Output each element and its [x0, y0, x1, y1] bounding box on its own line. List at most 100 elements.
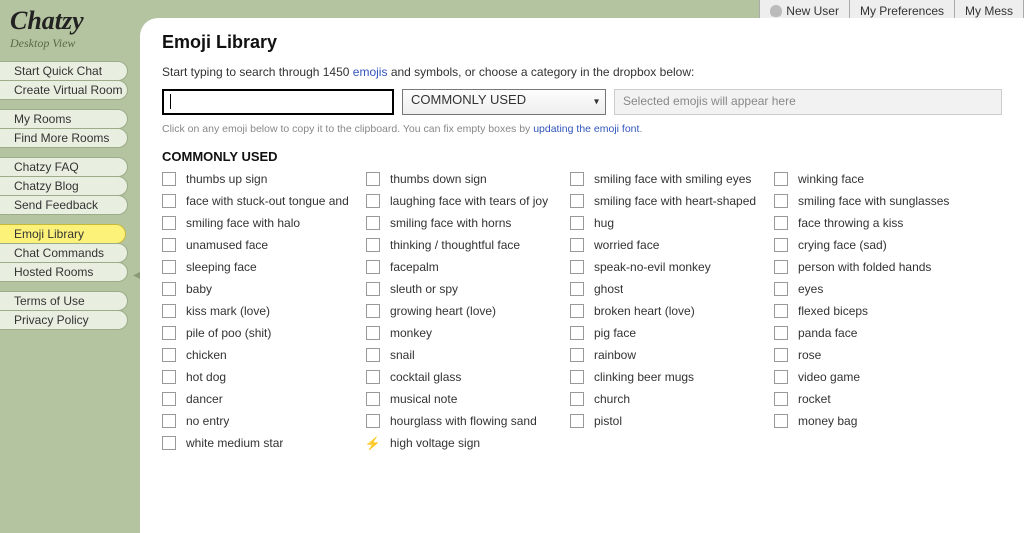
emoji-glyph-box	[162, 348, 176, 362]
emoji-item[interactable]: unamused face	[162, 238, 362, 252]
search-input[interactable]	[162, 89, 394, 115]
emoji-item[interactable]: face with stuck-out tongue and	[162, 194, 362, 208]
logo[interactable]: Chatzy	[0, 6, 140, 34]
emoji-item[interactable]: smiling face with smiling eyes	[570, 172, 770, 186]
emoji-item[interactable]: flexed biceps	[774, 304, 974, 318]
nav-find-more-rooms[interactable]: Find More Rooms	[0, 128, 128, 148]
emoji-item[interactable]: thinking / thoughtful face	[366, 238, 566, 252]
emoji-item[interactable]: pig face	[570, 326, 770, 340]
emoji-item[interactable]: hourglass with flowing sand	[366, 414, 566, 428]
emoji-item[interactable]: panda face	[774, 326, 974, 340]
emoji-item[interactable]: monkey	[366, 326, 566, 340]
emoji-label: hot dog	[186, 370, 226, 384]
emoji-glyph-box	[162, 282, 176, 296]
emoji-item[interactable]: smiling face with sunglasses	[774, 194, 974, 208]
category-select[interactable]: COMMONLY USED ▾	[402, 89, 606, 115]
emoji-item[interactable]: sleuth or spy	[366, 282, 566, 296]
emoji-label: money bag	[798, 414, 857, 428]
emoji-item[interactable]: worried face	[570, 238, 770, 252]
emoji-item[interactable]: thumbs up sign	[162, 172, 362, 186]
emoji-item[interactable]: kiss mark (love)	[162, 304, 362, 318]
emoji-item[interactable]: growing heart (love)	[366, 304, 566, 318]
emoji-item[interactable]: rocket	[774, 392, 974, 406]
hint-text: Click on any emoji below to copy it to t…	[162, 123, 1002, 135]
emoji-item[interactable]: video game	[774, 370, 974, 384]
emoji-label: hourglass with flowing sand	[390, 414, 537, 428]
user-icon	[770, 5, 782, 17]
emoji-item[interactable]: person with folded hands	[774, 260, 974, 274]
emoji-glyph-box	[570, 260, 584, 274]
nav-terms-of-use[interactable]: Terms of Use	[0, 291, 128, 311]
emoji-item[interactable]: pistol	[570, 414, 770, 428]
emoji-item[interactable]: dancer	[162, 392, 362, 406]
emoji-item[interactable]: facepalm	[366, 260, 566, 274]
emoji-item[interactable]: money bag	[774, 414, 974, 428]
emoji-glyph-box	[774, 348, 788, 362]
nav-hosted-rooms[interactable]: Hosted Rooms	[0, 262, 128, 282]
emoji-item[interactable]: smiling face with horns	[366, 216, 566, 230]
emoji-item[interactable]: eyes	[774, 282, 974, 296]
emoji-item[interactable]: rainbow	[570, 348, 770, 362]
nav-privacy-policy[interactable]: Privacy Policy	[0, 310, 128, 330]
emoji-item[interactable]: pile of poo (shit)	[162, 326, 362, 340]
emoji-item[interactable]: crying face (sad)	[774, 238, 974, 252]
emoji-item[interactable]: musical note	[366, 392, 566, 406]
nav-chat-commands[interactable]: Chat Commands	[0, 243, 128, 263]
emoji-label: no entry	[186, 414, 229, 428]
emoji-glyph-box	[570, 216, 584, 230]
emoji-label: monkey	[390, 326, 432, 340]
emoji-item[interactable]: clinking beer mugs	[570, 370, 770, 384]
nav-my-rooms[interactable]: My Rooms	[0, 109, 128, 129]
emoji-item[interactable]: face throwing a kiss	[774, 216, 974, 230]
nav-send-feedback[interactable]: Send Feedback	[0, 195, 128, 215]
nav-chatzy-faq[interactable]: Chatzy FAQ	[0, 157, 128, 177]
nav-chatzy-blog[interactable]: Chatzy Blog	[0, 176, 128, 196]
emoji-label: rocket	[798, 392, 831, 406]
emoji-item[interactable]: rose	[774, 348, 974, 362]
emoji-glyph-box	[162, 370, 176, 384]
emoji-item[interactable]: laughing face with tears of joy	[366, 194, 566, 208]
emoji-item[interactable]: baby	[162, 282, 362, 296]
nav-create-virtual-room[interactable]: Create Virtual Room	[0, 80, 128, 100]
emoji-glyph-box	[570, 392, 584, 406]
emoji-item[interactable]: smiling face with halo	[162, 216, 362, 230]
emoji-label: rose	[798, 348, 821, 362]
emoji-item[interactable]: cocktail glass	[366, 370, 566, 384]
emoji-item[interactable]: sleeping face	[162, 260, 362, 274]
main-panel: Emoji Library Start typing to search thr…	[140, 18, 1024, 533]
emoji-item[interactable]: winking face	[774, 172, 974, 186]
emoji-item[interactable]: chicken	[162, 348, 362, 362]
emoji-glyph-box	[774, 216, 788, 230]
emoji-glyph-box	[162, 238, 176, 252]
emoji-item[interactable]: ⚡high voltage sign	[366, 436, 566, 450]
emoji-label: smiling face with sunglasses	[798, 194, 949, 208]
emoji-item[interactable]: smiling face with heart-shaped	[570, 194, 770, 208]
emoji-item[interactable]: white medium star	[162, 436, 362, 450]
emoji-glyph-box	[774, 326, 788, 340]
emoji-item[interactable]: no entry	[162, 414, 362, 428]
emoji-label: thumbs up sign	[186, 172, 267, 186]
topbar-label: My Preferences	[860, 4, 944, 18]
emoji-item[interactable]: snail	[366, 348, 566, 362]
emoji-item[interactable]: broken heart (love)	[570, 304, 770, 318]
emoji-item[interactable]: speak-no-evil monkey	[570, 260, 770, 274]
emoji-glyph-box	[366, 392, 380, 406]
emoji-item[interactable]: church	[570, 392, 770, 406]
emoji-item[interactable]: thumbs down sign	[366, 172, 566, 186]
nav-emoji-library[interactable]: Emoji Library	[0, 224, 126, 244]
emoji-label: unamused face	[186, 238, 268, 252]
emojis-link[interactable]: emojis	[353, 65, 388, 79]
emoji-glyph-box	[366, 216, 380, 230]
emoji-glyph-box	[774, 194, 788, 208]
emoji-item[interactable]: hot dog	[162, 370, 362, 384]
emoji-label: broken heart (love)	[594, 304, 695, 318]
emoji-glyph-box	[774, 238, 788, 252]
emoji-item[interactable]: hug	[570, 216, 770, 230]
desktop-view-label: Desktop View	[0, 34, 140, 61]
emoji-label: baby	[186, 282, 212, 296]
update-font-link[interactable]: updating the emoji font	[533, 123, 639, 135]
emoji-glyph-box	[162, 436, 176, 450]
nav-start-quick-chat[interactable]: Start Quick Chat	[0, 61, 128, 81]
selected-emojis-box: Selected emojis will appear here	[614, 89, 1002, 115]
emoji-item[interactable]: ghost	[570, 282, 770, 296]
